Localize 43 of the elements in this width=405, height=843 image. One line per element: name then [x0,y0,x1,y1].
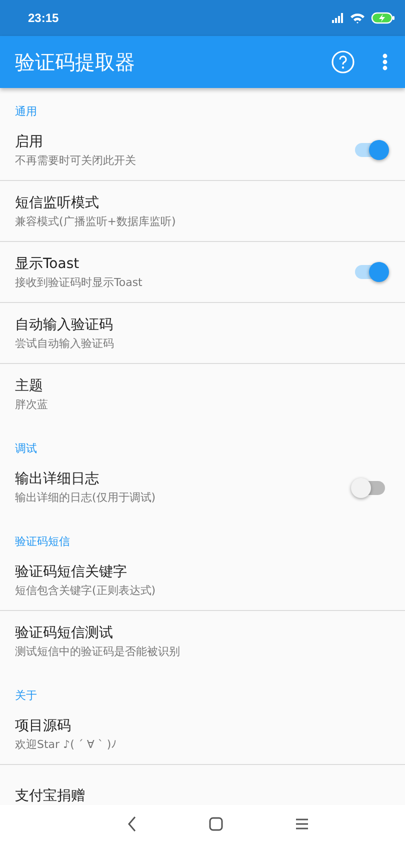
item-summary: 兼容模式(广播监听+数据库监听) [15,214,176,228]
settings-item[interactable]: 输出详细日志 输出详细的日志(仅用于调试) [0,457,405,518]
help-icon[interactable] [331,50,355,74]
item-summary: 接收到验证码时显示Toast [15,274,142,290]
settings-item[interactable]: 短信监听模式 兼容模式(广播监听+数据库监听) [0,181,405,242]
settings-item[interactable]: 项目源码 欢迎Star ♪( ´ ∀ ` )ﾉ [0,704,405,765]
section-header: 通用 [14,104,38,120]
item-summary: 测试短信中的验证码是否能被识别 [15,644,180,659]
item-title: 启用 [15,132,44,150]
item-title: 支付宝捐赠 [15,786,85,804]
item-summary: 胖次蓝 [15,397,48,412]
settings-item[interactable]: 自动输入验证码 尝试自动输入验证码 [0,303,405,364]
item-summary: 短信包含关键字(正则表达式) [15,582,156,598]
status-time: 23:15 [28,11,59,25]
item-title: 显示Toast [15,254,80,272]
item-title: 输出详细日志 [15,470,100,488]
item-title: 主题 [15,377,44,395]
app-title: 验证码提取器 [15,48,135,76]
more-options-icon[interactable] [382,53,388,71]
section-header: 调试 [14,441,38,457]
item-title: 自动输入验证码 [15,316,114,334]
section-header: 验证码短信 [14,534,71,550]
item-title: 项目源码 [15,716,72,734]
home-icon[interactable] [208,817,222,831]
battery-charging-icon [371,12,395,24]
back-icon[interactable] [126,816,136,832]
settings-item[interactable]: 主题 胖次蓝 [0,364,405,425]
wifi-icon [350,12,365,24]
signal-icon [332,13,344,23]
item-title: 短信监听模式 [15,194,100,212]
item-summary: 尝试自动输入验证码 [15,336,114,350]
settings-item[interactable]: 启用 不再需要时可关闭此开关 [0,120,405,181]
section-header: 关于 [14,688,38,704]
settings-item[interactable]: 验证码短信测试 测试短信中的验证码是否能被识别 [0,611,405,672]
settings-item[interactable]: 验证码短信关键字 短信包含关键字(正则表达式) [0,550,405,611]
item-summary: 欢迎Star ♪( ´ ∀ ` )ﾉ [15,736,118,752]
settings-item[interactable]: 支付宝捐赠 [0,765,405,805]
settings-item[interactable]: 显示Toast 接收到验证码时显示Toast [0,242,405,303]
item-summary: 不再需要时可关闭此开关 [15,152,136,168]
item-title: 验证码短信关键字 [15,562,128,580]
menu-icon[interactable] [294,818,308,830]
item-summary: 输出详细的日志(仅用于调试) [15,490,156,505]
item-title: 验证码短信测试 [15,624,114,642]
